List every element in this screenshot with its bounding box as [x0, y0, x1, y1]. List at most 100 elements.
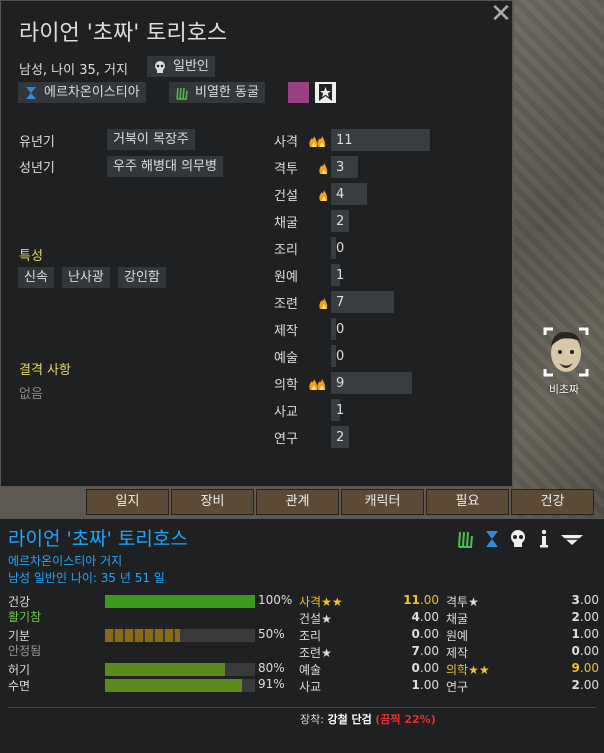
- skill-level: 0: [336, 241, 345, 256]
- skill-row[interactable]: 사교 1: [274, 399, 514, 421]
- skill-row[interactable]: 사격 11: [274, 129, 514, 151]
- inspect-name[interactable]: 라이언 '초짜' 토리호스: [8, 524, 188, 551]
- inspect-skill-dec: .00: [419, 627, 439, 641]
- ideo-chip[interactable]: 비열한 동굴: [169, 82, 265, 103]
- equip-quality: (끔찍 22%): [375, 713, 436, 726]
- skill-row[interactable]: 원예 1: [274, 264, 514, 286]
- inspect-skill-row[interactable]: 조리 0.00: [299, 627, 443, 643]
- inspect-skill-name: 조련★: [299, 646, 332, 660]
- childhood-chip[interactable]: 거북이 목장주: [107, 129, 195, 150]
- skill-level: 3: [336, 160, 345, 175]
- pawn-map-label[interactable]: 비초짜: [538, 381, 590, 397]
- inspect-skill-row[interactable]: 연구 2.00: [446, 678, 603, 694]
- role-chip[interactable]: 일반인: [147, 56, 215, 77]
- inspect-skill-row[interactable]: 제작 0.00: [446, 644, 603, 660]
- inspect-skill-value: 2.00: [563, 678, 599, 692]
- trait-label: 난사광: [68, 270, 104, 285]
- pawn-name[interactable]: 라이언 '초짜' 토리호스: [19, 15, 227, 47]
- inspect-skill-dec: .00: [579, 627, 599, 641]
- trait-chip[interactable]: 신속: [18, 267, 54, 288]
- inspect-skill-int: 0: [571, 644, 580, 658]
- need-row[interactable]: 수면 91%: [8, 677, 298, 693]
- skill-row[interactable]: 건설 4: [274, 183, 514, 205]
- inspect-skill-row[interactable]: 격투★ 3.00: [446, 593, 603, 609]
- pawn-portrait-icon[interactable]: [541, 327, 591, 383]
- inspect-skill-dec: .00: [579, 593, 599, 607]
- inspect-skill-dec: .00: [579, 678, 599, 692]
- skill-row[interactable]: 의학 9: [274, 372, 514, 394]
- need-row[interactable]: 기분 50%: [8, 627, 298, 643]
- trait-label: 신속: [24, 270, 48, 285]
- passion-minor-icon: [314, 294, 332, 310]
- skill-name: 제작: [274, 324, 298, 339]
- skill-level: 2: [336, 214, 345, 229]
- skill-row[interactable]: 조련 7: [274, 291, 514, 313]
- skill-name: 의학: [274, 378, 298, 393]
- close-icon[interactable]: ✕: [489, 1, 513, 27]
- need-fill: [105, 595, 255, 608]
- skill-name: 사교: [274, 405, 298, 420]
- inspect-skill-row[interactable]: 의학★★ 9.00: [446, 661, 603, 677]
- passion-major-icon: [308, 132, 326, 148]
- need-row[interactable]: 건강 100%: [8, 593, 298, 609]
- inspect-skill-dec: .00: [419, 661, 439, 675]
- inspect-skill-row[interactable]: 사교 1.00: [299, 678, 443, 694]
- inspect-skill-row[interactable]: 조련★ 7.00: [299, 644, 443, 660]
- map-view[interactable]: [514, 0, 604, 530]
- inspect-skill-row[interactable]: 건설★ 4.00: [299, 610, 443, 626]
- inspect-skill-row[interactable]: 예술 0.00: [299, 661, 443, 677]
- equipped-line[interactable]: 장착: 강철 단검 (끔찍 22%): [300, 711, 436, 727]
- skill-name: 연구: [274, 432, 298, 447]
- inspect-skill-int: 1: [411, 678, 420, 692]
- inspect-skill-row[interactable]: 사격★★ 11.00: [299, 593, 443, 609]
- skill-row[interactable]: 조리 0: [274, 237, 514, 259]
- skill-row[interactable]: 제작 0: [274, 318, 514, 340]
- skull-icon[interactable]: [508, 529, 528, 549]
- tab-character[interactable]: 캐릭터: [341, 489, 424, 515]
- inspect-skill-value: 7.00: [403, 644, 439, 658]
- inspect-skill-dec: .00: [419, 678, 439, 692]
- tab-needs[interactable]: 필요: [426, 489, 509, 515]
- inspect-skill-name: 사교: [299, 680, 322, 694]
- skill-level: 0: [336, 322, 345, 337]
- skill-level: 7: [336, 295, 345, 310]
- adulthood-label: 성년기: [19, 161, 55, 176]
- skill-row[interactable]: 연구 2: [274, 426, 514, 448]
- tab-health[interactable]: 건강: [511, 489, 594, 515]
- inspect-skill-row[interactable]: 채굴 2.00: [446, 610, 603, 626]
- faction-label: 에르차온이스티아: [44, 85, 140, 100]
- need-row[interactable]: 허기 80%: [8, 661, 298, 677]
- need-fill: [105, 629, 180, 642]
- skull-icon: [153, 60, 167, 74]
- inspect-skill-int: 4: [411, 610, 420, 624]
- inspect-faction-line: 에르차온이스티아 거지: [8, 554, 123, 568]
- trait-chip[interactable]: 난사광: [62, 267, 110, 288]
- trait-chip[interactable]: 강인함: [118, 267, 166, 288]
- inspect-skill-name: 제작: [446, 646, 469, 660]
- favorite-color-swatch[interactable]: [288, 82, 309, 103]
- need-state: 안정됨: [8, 644, 42, 658]
- need-fill: [105, 679, 242, 692]
- inspect-skill-name: 채굴: [446, 612, 469, 626]
- skill-row[interactable]: 예술 0: [274, 345, 514, 367]
- tab-social[interactable]: 관계: [256, 489, 339, 515]
- tab-gear[interactable]: 장비: [171, 489, 254, 515]
- faction-chip[interactable]: 에르차온이스티아: [18, 82, 146, 103]
- skill-row[interactable]: 격투 3: [274, 156, 514, 178]
- royal-title-icon[interactable]: [315, 82, 336, 103]
- passion-major-icon: [308, 375, 326, 391]
- tab-log[interactable]: 일지: [86, 489, 169, 515]
- need-bar: [105, 629, 255, 642]
- inspect-skill-row[interactable]: 원예 1.00: [446, 627, 603, 643]
- claw-icon[interactable]: [456, 529, 476, 549]
- inspect-skill-value: 4.00: [403, 610, 439, 624]
- collapse-icon[interactable]: [560, 529, 583, 549]
- adulthood-chip[interactable]: 우주 해병대 의무병: [107, 156, 223, 177]
- info-icon[interactable]: [534, 529, 554, 549]
- need-pct: 50%: [258, 627, 285, 641]
- hourglass-icon[interactable]: [482, 529, 502, 549]
- skill-row[interactable]: 채굴 2: [274, 210, 514, 232]
- inspect-skill-name: 격투★: [446, 595, 479, 609]
- inspect-skill-name: 연구: [446, 680, 469, 694]
- inspect-skill-dec: .00: [579, 610, 599, 624]
